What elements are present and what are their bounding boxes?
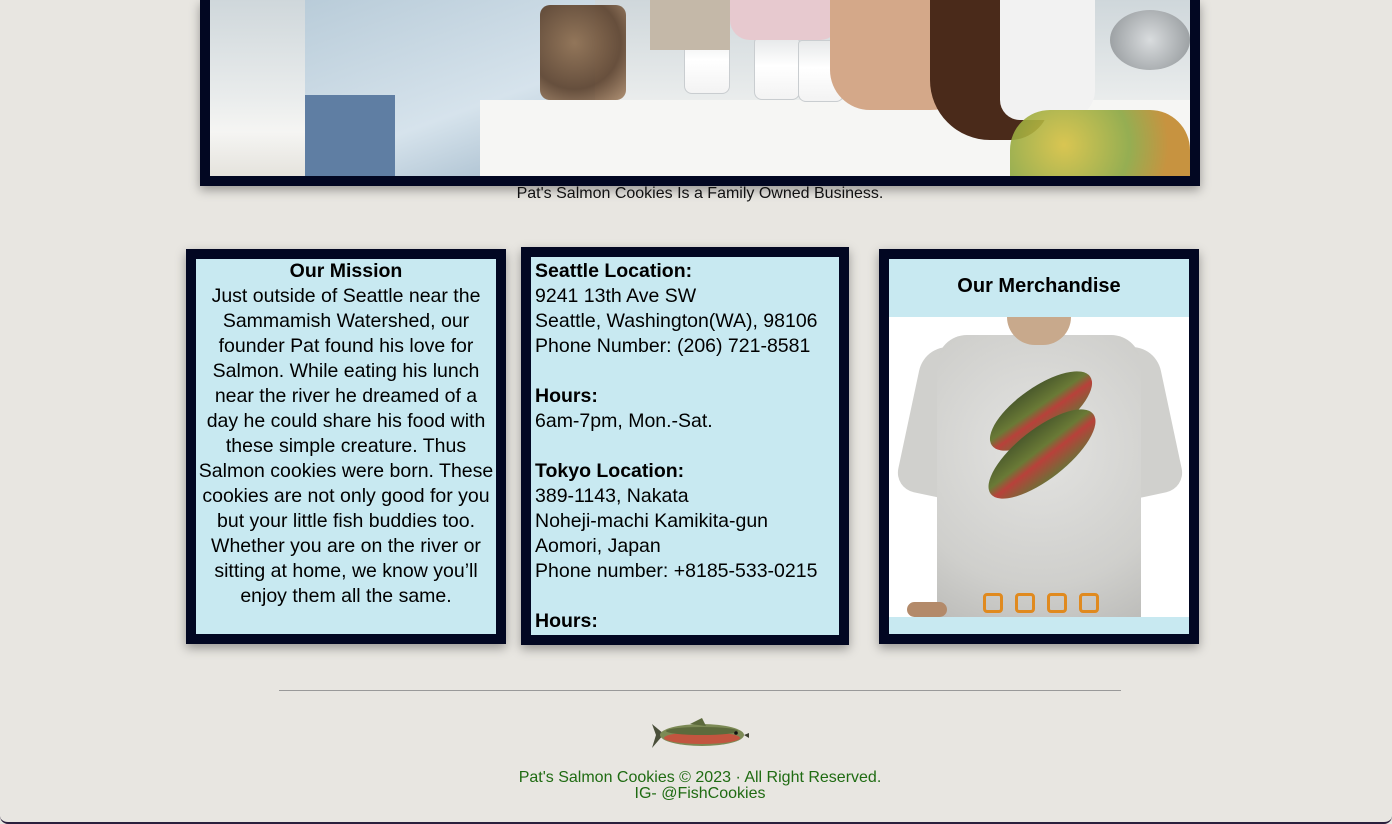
seattle-heading: Seattle Location: bbox=[535, 260, 693, 282]
carousel-dot-3[interactable] bbox=[1047, 593, 1067, 613]
mission-title: Our Mission bbox=[289, 260, 403, 282]
seattle-hours: 6am-7pm, Mon.-Sat. bbox=[535, 410, 713, 432]
carousel-dots bbox=[983, 593, 1099, 613]
location-card-body: Seattle Location: 9241 13th Ave SW Seatt… bbox=[531, 257, 839, 635]
mission-card: Our Mission Just outside of Seattle near… bbox=[186, 249, 506, 644]
footer-text: Pat's Salmon Cookies © 2023 · All Right … bbox=[0, 770, 1392, 802]
seattle-phone: Phone Number: (206) 721-8581 bbox=[535, 335, 811, 357]
carousel-dot-1[interactable] bbox=[983, 593, 1003, 613]
tokyo-phone: Phone number: +8185-533-0215 bbox=[535, 560, 818, 582]
location-card: Seattle Location: 9241 13th Ave SW Seatt… bbox=[521, 247, 849, 645]
tokyo-address-line3: Aomori, Japan bbox=[535, 535, 661, 557]
carousel-dot-4[interactable] bbox=[1079, 593, 1099, 613]
footer-social-link[interactable]: IG- @FishCookies bbox=[0, 786, 1392, 802]
salmon-logo-icon bbox=[652, 718, 749, 748]
tokyo-address-line2: Noheji-machi Kamikita-gun bbox=[535, 510, 769, 532]
seattle-hours-heading: Hours: bbox=[535, 385, 598, 407]
seattle-address-line2: Seattle, Washington(WA), 98106 bbox=[535, 310, 818, 332]
merchandise-carousel-image[interactable] bbox=[889, 317, 1189, 617]
hero-caption: Pat's Salmon Cookies Is a Family Owned B… bbox=[516, 185, 884, 202]
seattle-address-line1: 9241 13th Ave SW bbox=[535, 285, 697, 307]
tokyo-heading: Tokyo Location: bbox=[535, 460, 685, 482]
carousel-dot-2[interactable] bbox=[1015, 593, 1035, 613]
merchandise-card: Our Merchandise bbox=[879, 249, 1199, 644]
family-photo bbox=[210, 0, 1190, 176]
mission-card-body: Our Mission Just outside of Seattle near… bbox=[196, 259, 496, 634]
mission-text: Just outside of Seattle near the Sammami… bbox=[198, 285, 494, 607]
hero-image-frame bbox=[200, 0, 1200, 186]
footer-divider bbox=[279, 690, 1121, 691]
merchandise-card-body: Our Merchandise bbox=[889, 259, 1189, 634]
merchandise-title: Our Merchandise bbox=[957, 275, 1121, 297]
tokyo-address-line1: 389-1143, Nakata bbox=[535, 485, 689, 507]
footer-copyright: Pat's Salmon Cookies © 2023 · All Right … bbox=[518, 769, 882, 786]
tokyo-hours-heading: Hours: bbox=[535, 610, 598, 632]
